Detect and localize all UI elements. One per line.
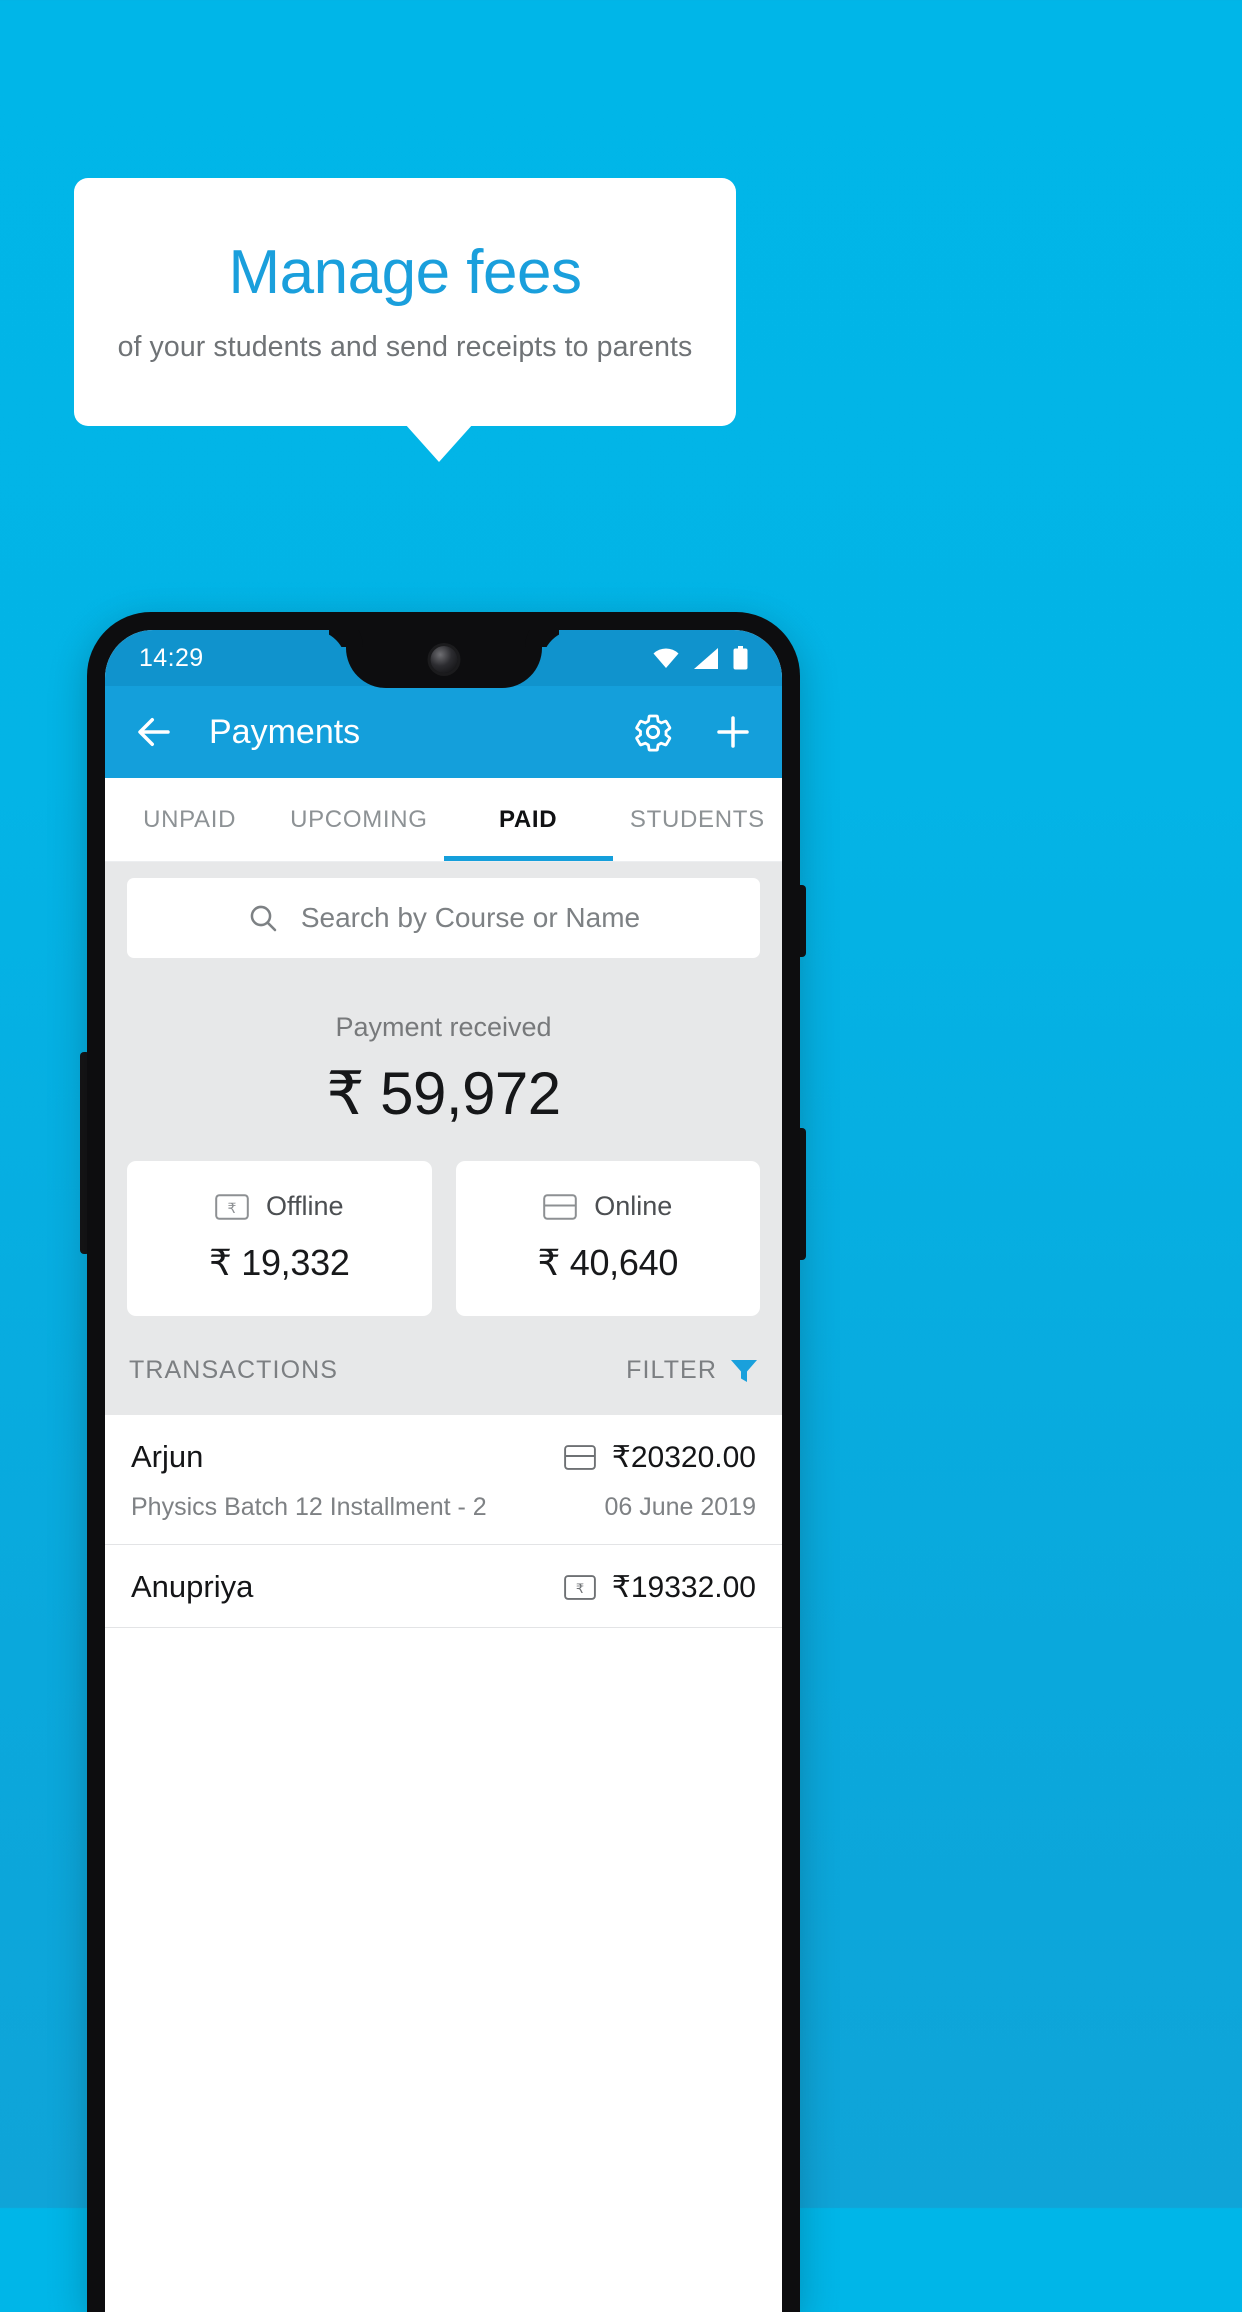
- transaction-amount: ₹19332.00: [611, 1570, 756, 1604]
- search-input[interactable]: Search by Course or Name: [127, 878, 760, 958]
- offline-card-header: ₹ Offline: [127, 1191, 432, 1222]
- filter-button[interactable]: FILTER: [626, 1356, 758, 1385]
- search-container: Search by Course or Name: [105, 862, 782, 958]
- offline-label: Offline: [265, 1191, 344, 1221]
- search-icon: [250, 905, 277, 932]
- transaction-amount-group: ₹20320.00: [563, 1440, 756, 1475]
- tab-upcoming[interactable]: UPCOMING: [274, 778, 443, 861]
- svg-text:₹: ₹: [576, 1581, 584, 1596]
- promo-card-pointer: [405, 424, 473, 462]
- payment-received-summary: Payment received ₹ 59,972: [105, 958, 782, 1129]
- rupee-note-icon: ₹: [563, 1574, 596, 1600]
- search-placeholder: Search by Course or Name: [300, 902, 641, 933]
- signal-icon: [694, 647, 718, 669]
- transaction-name: Arjun: [131, 1439, 204, 1474]
- promo-subtitle: of your students and send receipts to pa…: [117, 331, 693, 364]
- online-payment-card[interactable]: Online ₹ 40,640: [455, 1161, 761, 1316]
- online-label: Online: [594, 1191, 673, 1221]
- transaction-amount: ₹20320.00: [611, 1440, 756, 1474]
- transaction-meta: Physics Batch 12 Installment - 2 06 June…: [131, 1493, 756, 1522]
- tab-bar: UNPAID UPCOMING PAID STUDENTS: [105, 778, 782, 862]
- online-card-header: Online: [456, 1191, 761, 1222]
- credit-card-icon: [543, 1193, 578, 1220]
- phone-screen: 14:29 Payments UNPAID UPCOMING PAID STUD…: [105, 630, 782, 2312]
- payment-received-amount: ₹ 59,972: [326, 1060, 561, 1127]
- svg-text:₹: ₹: [228, 1200, 237, 1216]
- tab-students[interactable]: STUDENTS: [613, 778, 782, 861]
- transaction-main: Arjun ₹20320.00: [131, 1439, 756, 1475]
- status-icons: [653, 646, 748, 670]
- offline-amount: ₹ 19,332: [208, 1242, 350, 1283]
- transactions-title: TRANSACTIONS: [129, 1356, 339, 1384]
- screen-content: Search by Course or Name Payment receive…: [105, 862, 782, 1628]
- promo-title: Manage fees: [228, 237, 582, 307]
- table-row[interactable]: Arjun ₹20320.00 Physics Batch 12 Install…: [105, 1415, 782, 1545]
- phone-device-frame: 14:29 Payments UNPAID UPCOMING PAID STUD…: [87, 612, 800, 2312]
- payment-breakdown: ₹ Offline ₹ 19,332 Online ₹ 40,640: [105, 1129, 782, 1316]
- transaction-description: Physics Batch 12 Installment - 2: [131, 1493, 487, 1521]
- status-bar: 14:29: [105, 630, 782, 688]
- table-row[interactable]: Anupriya ₹ ₹19332.00: [105, 1545, 782, 1628]
- promo-card: Manage fees of your students and send re…: [74, 178, 736, 426]
- wifi-icon: [653, 648, 679, 668]
- gear-icon[interactable]: [632, 711, 674, 753]
- credit-card-icon: [563, 1444, 596, 1470]
- transaction-amount-group: ₹ ₹19332.00: [563, 1570, 756, 1605]
- funnel-icon: [731, 1359, 757, 1382]
- app-bar: Payments: [105, 686, 782, 778]
- page-title: Payments: [209, 712, 361, 751]
- transactions-list: Arjun ₹20320.00 Physics Batch 12 Install…: [105, 1415, 782, 1628]
- transaction-main: Anupriya ₹ ₹19332.00: [131, 1569, 756, 1605]
- tab-unpaid[interactable]: UNPAID: [105, 778, 274, 861]
- offline-payment-card[interactable]: ₹ Offline ₹ 19,332: [127, 1161, 432, 1316]
- payment-received-label: Payment received: [335, 1012, 552, 1042]
- front-camera: [430, 646, 457, 673]
- status-time: 14:29: [139, 643, 204, 672]
- transaction-date: 06 June 2019: [604, 1493, 756, 1521]
- online-amount: ₹ 40,640: [537, 1242, 679, 1283]
- rupee-note-icon: ₹: [215, 1193, 249, 1220]
- plus-icon[interactable]: [712, 711, 754, 753]
- filter-label: FILTER: [626, 1356, 717, 1384]
- transactions-header: TRANSACTIONS FILTER: [105, 1316, 782, 1415]
- tab-paid[interactable]: PAID: [443, 778, 614, 861]
- battery-icon: [733, 646, 748, 670]
- transaction-name: Anupriya: [131, 1569, 254, 1604]
- back-arrow-icon[interactable]: [133, 711, 175, 753]
